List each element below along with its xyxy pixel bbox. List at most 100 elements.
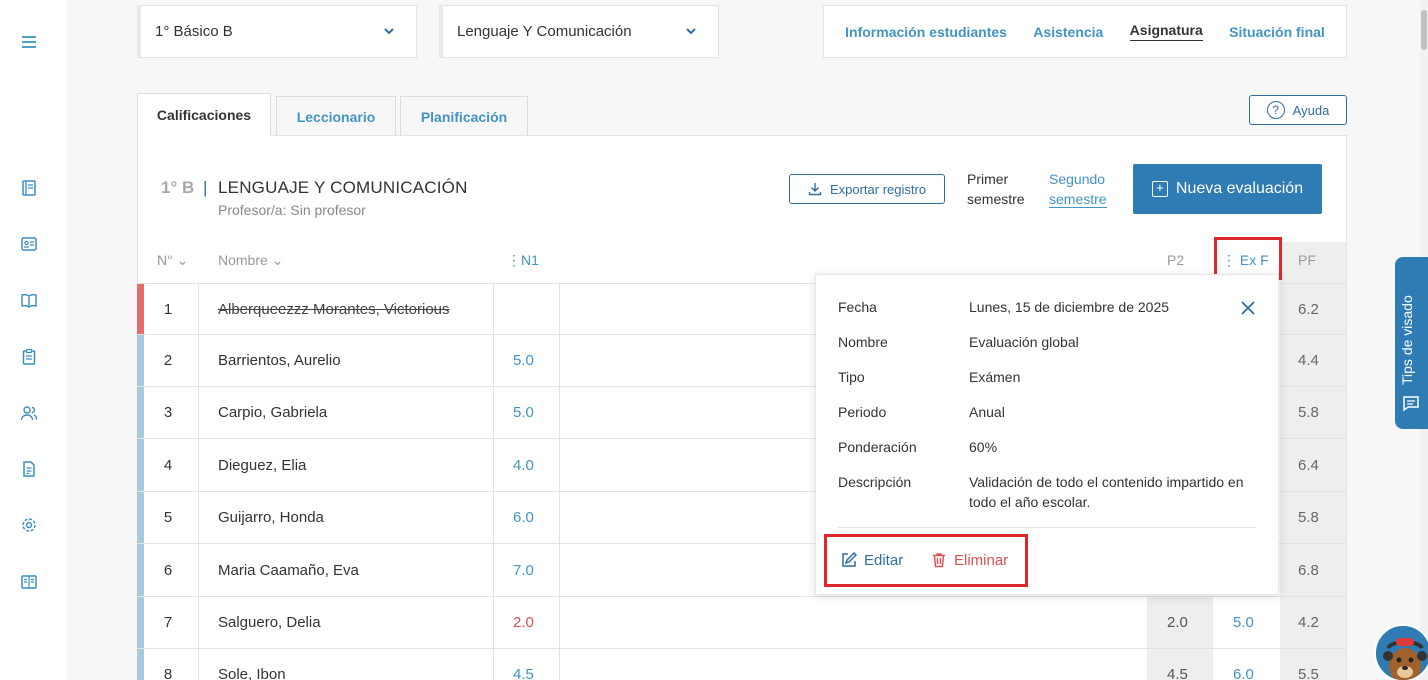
grade-pf: 6.8 bbox=[1298, 562, 1319, 579]
semester-second-option[interactable]: Segundo semestre bbox=[1049, 169, 1119, 209]
users-icon[interactable] bbox=[20, 404, 38, 422]
grade-pf: 5.8 bbox=[1298, 509, 1319, 526]
new-evaluation-label: Nueva evaluación bbox=[1175, 180, 1304, 197]
nav-student-info[interactable]: Información estudiantes bbox=[845, 24, 1007, 40]
grade-n1[interactable]: 5.0 bbox=[513, 404, 534, 421]
open-book-icon[interactable] bbox=[20, 292, 38, 310]
row-status-bar bbox=[137, 649, 144, 680]
settings-icon[interactable] bbox=[20, 516, 38, 534]
student-name: Maria Caamaño, Eva bbox=[218, 562, 359, 579]
row-status-bar bbox=[137, 544, 144, 596]
popover-weight-label: Ponderación bbox=[838, 439, 917, 455]
header-pf: PF bbox=[1298, 252, 1316, 268]
chevron-down-icon bbox=[384, 28, 394, 35]
book-list-icon[interactable] bbox=[20, 573, 38, 591]
course-select-value: 1° Básico B bbox=[155, 23, 233, 40]
semester-first-option[interactable]: Primer semestre bbox=[967, 169, 1037, 209]
semester-first-line2: semestre bbox=[967, 191, 1025, 207]
grade-n1[interactable]: 2.0 bbox=[513, 614, 534, 631]
chat-icon bbox=[1403, 396, 1419, 412]
semester-second-line1: Segundo bbox=[1049, 171, 1106, 187]
row-number: 8 bbox=[163, 666, 173, 680]
popover-date-label: Fecha bbox=[838, 299, 877, 315]
id-card-icon[interactable] bbox=[20, 235, 38, 253]
row-number: 1 bbox=[163, 301, 173, 318]
download-icon bbox=[808, 183, 822, 196]
row-status-bar bbox=[137, 492, 144, 543]
nav-attendance[interactable]: Asistencia bbox=[1033, 24, 1103, 40]
course-separator: | bbox=[203, 178, 208, 197]
popover-period-label: Periodo bbox=[838, 404, 887, 420]
header-n1[interactable]: ⋮N1 bbox=[507, 252, 539, 269]
document-icon[interactable] bbox=[20, 460, 38, 478]
row-number: 6 bbox=[163, 562, 173, 579]
edit-button[interactable]: Editar bbox=[840, 551, 903, 569]
student-name: Barrientos, Aurelio bbox=[218, 352, 341, 369]
grade-pf: 6.2 bbox=[1298, 301, 1319, 318]
tips-tab[interactable]: Tips de visado bbox=[1395, 257, 1428, 429]
edit-label: Editar bbox=[864, 551, 904, 569]
chevron-down-icon: ⌄ bbox=[176, 252, 189, 268]
tab-grades[interactable]: Calificaciones bbox=[137, 93, 271, 136]
student-name: Sole, Ibon bbox=[218, 666, 286, 680]
row-number: 3 bbox=[163, 404, 173, 421]
grade-exf[interactable]: 5.0 bbox=[1233, 614, 1254, 631]
plus-square-icon: + bbox=[1151, 181, 1168, 197]
edit-icon bbox=[842, 551, 858, 567]
help-icon: ? bbox=[1266, 101, 1285, 119]
menu-icon[interactable] bbox=[20, 33, 38, 51]
course-select[interactable]: 1° Básico B bbox=[137, 5, 417, 58]
row-status-bar bbox=[137, 387, 144, 438]
header-number[interactable]: N° ⌄ bbox=[157, 252, 188, 269]
grade-n1[interactable]: 4.5 bbox=[513, 666, 534, 680]
nav-subject[interactable]: Asignatura bbox=[1129, 22, 1203, 41]
header-name[interactable]: Nombre ⌄ bbox=[218, 252, 283, 269]
semester-first-line1: Primer bbox=[967, 171, 1009, 187]
help-label: Ayuda bbox=[1292, 102, 1330, 118]
new-evaluation-button[interactable]: + Nueva evaluación bbox=[1133, 164, 1322, 214]
help-button[interactable]: ? Ayuda bbox=[1249, 95, 1347, 125]
delete-button[interactable]: Eliminar bbox=[930, 551, 1008, 569]
row-number: 7 bbox=[163, 614, 173, 631]
kebab-icon: ⋮ bbox=[507, 252, 521, 268]
grade-n1[interactable]: 5.0 bbox=[513, 352, 534, 369]
grade-n1[interactable]: 7.0 bbox=[513, 562, 534, 579]
student-name: Carpio, Gabriela bbox=[218, 404, 328, 421]
nav-final-status[interactable]: Situación final bbox=[1229, 24, 1325, 40]
export-button[interactable]: Exportar registro bbox=[789, 174, 945, 204]
export-label: Exportar registro bbox=[829, 181, 927, 197]
avatar[interactable] bbox=[1374, 624, 1428, 680]
table-row: 8 Sole, Ibon 4.5 4.5 6.0 5.5 bbox=[137, 648, 1347, 680]
column-divider bbox=[198, 283, 199, 680]
chevron-down-icon bbox=[686, 28, 696, 35]
tab-lesson-log[interactable]: Leccionario bbox=[276, 96, 396, 136]
subject-select[interactable]: Lenguaje Y Comunicación bbox=[439, 5, 719, 58]
grade-n1[interactable]: 6.0 bbox=[513, 509, 534, 526]
popover-description-label: Descripción bbox=[838, 474, 912, 490]
semester-second-line2: semestre bbox=[1049, 191, 1107, 208]
popover-type-label: Tipo bbox=[838, 369, 865, 385]
grade-n1[interactable]: 4.0 bbox=[513, 457, 534, 474]
row-number: 5 bbox=[163, 509, 173, 526]
popover-type-value: Exámen bbox=[969, 369, 1021, 385]
notebook-icon[interactable] bbox=[20, 179, 38, 197]
student-name: Salguero, Delia bbox=[218, 614, 321, 631]
row-status-bar bbox=[137, 335, 144, 386]
popover-weight-value: 60% bbox=[969, 439, 998, 455]
course-code: 1° B bbox=[161, 178, 195, 197]
teacher-label: Profesor/a: Sin profesor bbox=[218, 202, 366, 218]
chevron-down-icon: ⌄ bbox=[271, 252, 284, 268]
row-status-bar bbox=[137, 284, 144, 334]
tab-planning[interactable]: Planificación bbox=[400, 96, 528, 136]
clipboard-icon[interactable] bbox=[20, 348, 38, 366]
top-navigation: Información estudiantes Asistencia Asign… bbox=[823, 5, 1347, 58]
row-number: 4 bbox=[163, 457, 173, 474]
popover-description-value: Validación de todo el contenido impartid… bbox=[969, 474, 1244, 510]
header-p2: P2 bbox=[1167, 252, 1185, 268]
grade-pf: 5.5 bbox=[1298, 666, 1319, 680]
popover-period-value: Anual bbox=[969, 404, 1005, 420]
column-divider bbox=[493, 283, 494, 680]
grade-pf: 4.4 bbox=[1298, 352, 1319, 369]
popover-name-label: Nombre bbox=[838, 334, 888, 350]
grade-exf[interactable]: 6.0 bbox=[1233, 666, 1254, 680]
